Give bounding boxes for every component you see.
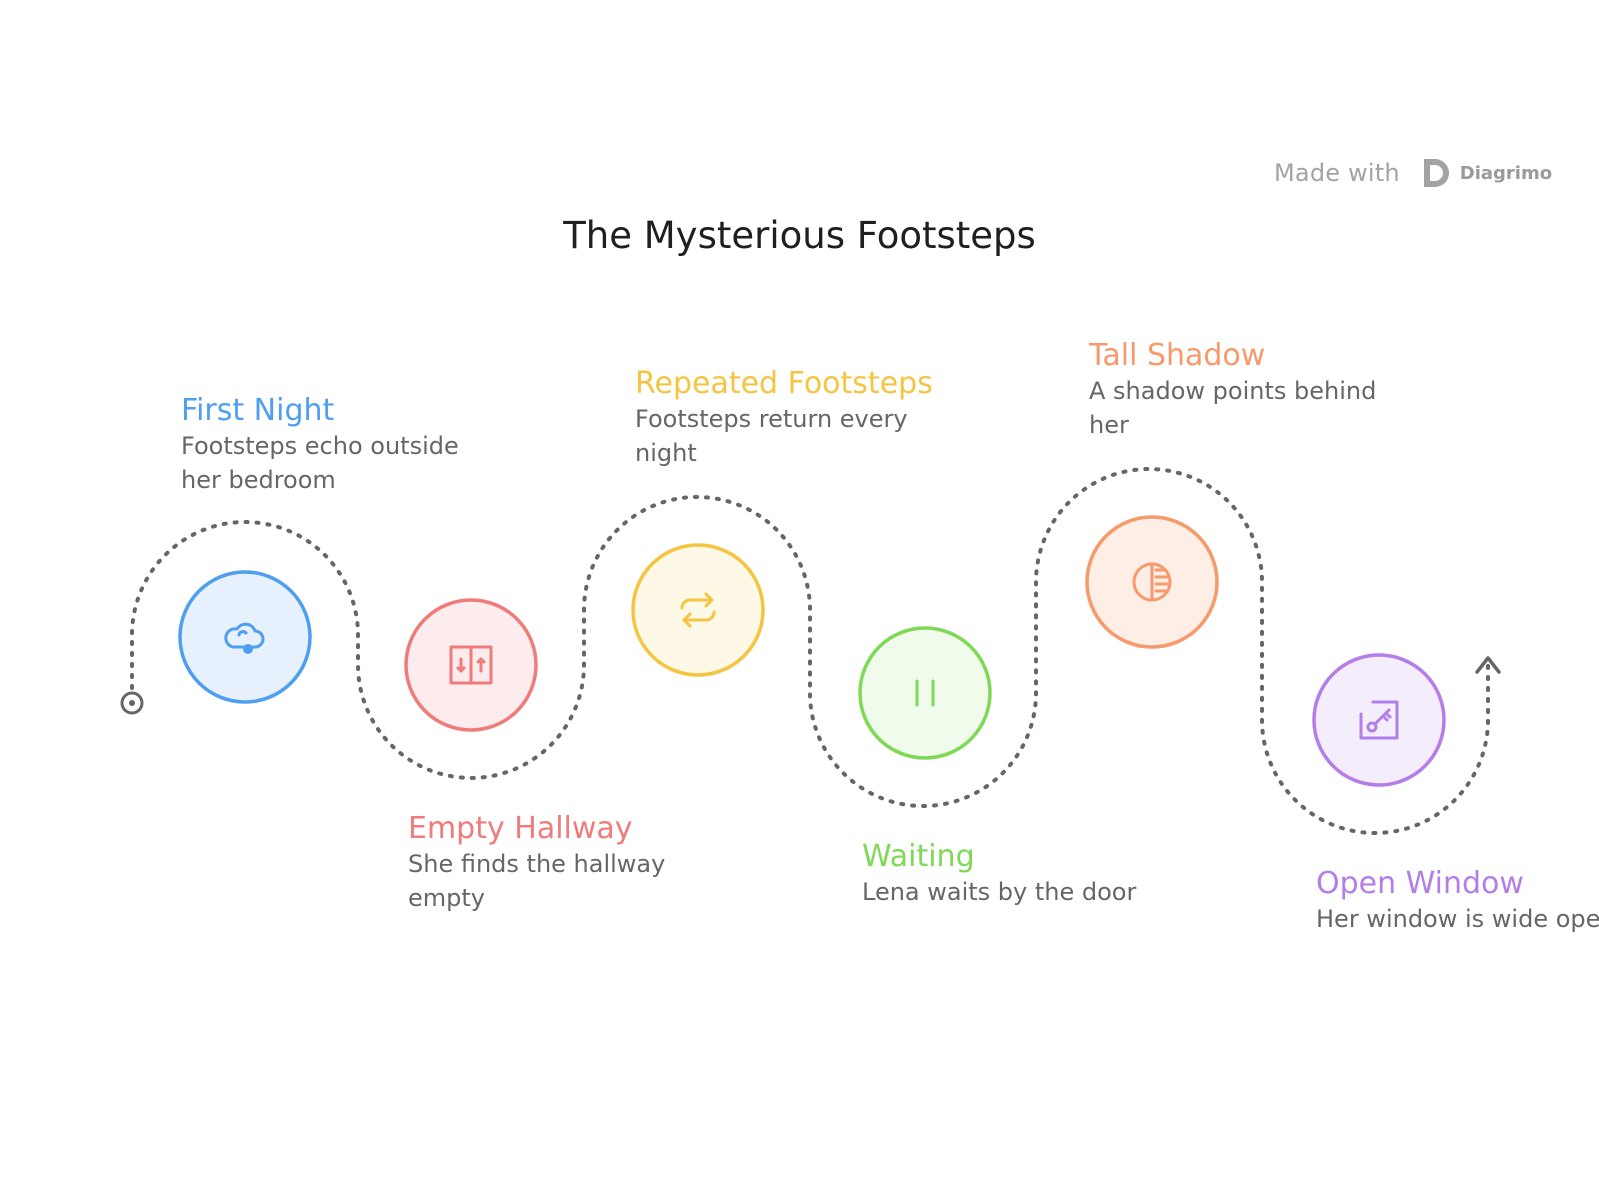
step-6-title: Open Window: [1316, 866, 1524, 901]
watermark-brand: Diagrimo: [1459, 162, 1553, 184]
step-5-node: [1085, 515, 1219, 649]
step-3-text: Repeated Footsteps Footsteps return ever…: [635, 366, 955, 470]
watermark: Made with Diagrimo: [1274, 156, 1552, 190]
start-marker: [120, 691, 144, 715]
step-1-text: First Night Footsteps echo outside her b…: [181, 393, 501, 497]
step-6-text: Open Window Her window is wide open: [1316, 866, 1599, 936]
step-4-node: [858, 626, 992, 760]
step-3-title: Repeated Footsteps: [635, 366, 933, 401]
step-1-circle: [178, 570, 312, 704]
step-2-description: She finds the hallway empty: [408, 850, 666, 912]
step-4-text: Waiting Lena waits by the door: [862, 839, 1182, 909]
step-3-description: Footsteps return every night: [635, 405, 908, 467]
step-6-node: [1312, 653, 1446, 787]
diagrimo-logo-icon: [1423, 159, 1449, 187]
step-3-node: [631, 543, 765, 677]
timeline-path: [130, 467, 1490, 835]
step-2-text: Empty Hallway She finds the hallway empt…: [408, 811, 728, 915]
step-6-description: Her window is wide open: [1316, 905, 1599, 933]
watermark-made-with: Made with: [1274, 159, 1400, 187]
step-5-title: Tall Shadow: [1089, 338, 1266, 373]
step-4-title: Waiting: [862, 839, 975, 874]
diagram-title: The Mysterious Footsteps: [563, 214, 1036, 257]
step-1-title: First Night: [181, 393, 335, 428]
step-5-text: Tall Shadow A shadow points behind her: [1089, 338, 1409, 442]
step-5-description: A shadow points behind her: [1089, 377, 1377, 439]
step-2-node: [404, 598, 538, 732]
step-4-circle: [858, 626, 992, 760]
diagram-canvas: Made with Diagrimo The Mysterious Footst…: [0, 0, 1599, 1200]
step-1-description: Footsteps echo outside her bedroom: [181, 432, 459, 494]
step-4-description: Lena waits by the door: [862, 878, 1137, 906]
step-1-node: [178, 570, 312, 704]
step-3-circle: [631, 543, 765, 677]
step-2-title: Empty Hallway: [408, 811, 633, 846]
